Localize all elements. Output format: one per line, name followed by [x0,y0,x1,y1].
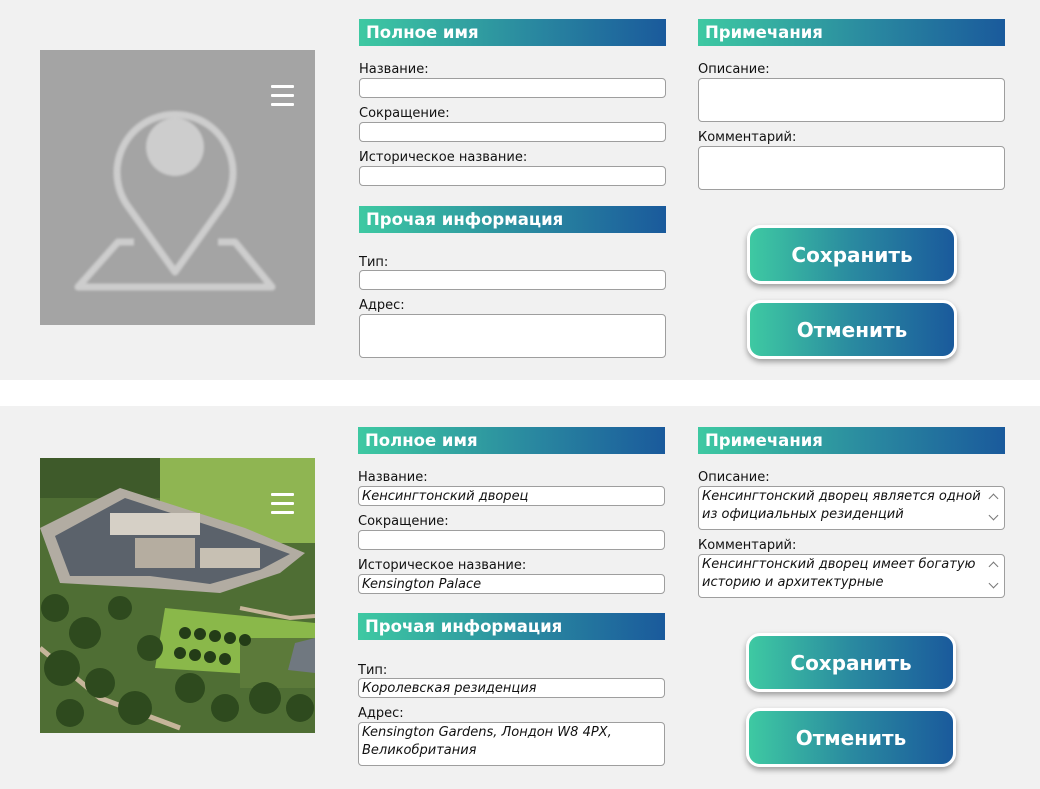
scroll-up-icon[interactable] [988,493,999,504]
section-header-notes: Примечания [698,427,1005,454]
description-text: Кенсингтонский дворец является одной из … [702,489,981,522]
historic-name-input[interactable]: Kensington Palace [358,574,665,594]
section-header-notes: Примечания [698,19,1005,46]
label-name: Название: [358,470,428,485]
type-input[interactable] [359,270,666,290]
hamburger-menu-icon[interactable] [271,84,294,106]
label-address: Адрес: [358,706,404,721]
abbreviation-input[interactable] [359,122,666,142]
place-card-empty: Полное имя Название: Сокращение: Историч… [0,0,1040,380]
label-name: Название: [359,62,429,77]
section-header-full-name: Полное имя [358,427,665,454]
section-header-other-info: Прочая информация [358,613,665,640]
label-abbreviation: Сокращение: [358,514,449,529]
label-type: Тип: [358,663,388,678]
type-input[interactable]: Королевская резиденция [358,678,665,698]
label-comment: Комментарий: [698,538,797,553]
save-button[interactable]: Сохранить [746,633,956,692]
label-description: Описание: [698,62,770,77]
comment-scrollbar[interactable] [987,558,1001,594]
name-input[interactable]: Кенсингтонский дворец [358,486,665,506]
scroll-up-icon[interactable] [988,561,999,572]
label-historic-name: Историческое название: [358,558,527,573]
scroll-down-icon[interactable] [988,578,999,589]
address-textarea[interactable] [359,314,666,358]
photo-placeholder[interactable] [40,50,315,325]
label-abbreviation: Сокращение: [359,106,450,121]
description-scrollbar[interactable] [987,490,1001,526]
comment-text: Кенсингтонский дворец имеет богатую исто… [702,557,976,590]
cancel-button[interactable]: Отменить [746,708,956,767]
hamburger-menu-icon[interactable] [271,492,294,514]
address-textarea[interactable]: Kensington Gardens, Лондон W8 4PX, Велик… [358,722,665,766]
description-textarea[interactable] [698,78,1005,122]
label-address: Адрес: [359,298,405,313]
label-description: Описание: [698,470,770,485]
label-comment: Комментарий: [698,130,797,145]
label-type: Тип: [359,255,389,270]
place-card-filled: Полное имя Название: Кенсингтонский двор… [0,406,1040,789]
section-header-full-name: Полное имя [359,19,666,46]
description-textarea[interactable]: Кенсингтонский дворец является одной из … [698,486,1005,530]
place-photo[interactable] [40,458,315,733]
save-button[interactable]: Сохранить [747,225,957,284]
historic-name-input[interactable] [359,166,666,186]
cancel-button[interactable]: Отменить [747,300,957,359]
comment-textarea[interactable]: Кенсингтонский дворец имеет богатую исто… [698,554,1005,598]
name-input[interactable] [359,78,666,98]
label-historic-name: Историческое название: [359,150,528,165]
scroll-down-icon[interactable] [988,510,999,521]
abbreviation-input[interactable] [358,530,665,550]
section-header-other-info: Прочая информация [359,206,666,233]
comment-textarea[interactable] [698,146,1005,190]
